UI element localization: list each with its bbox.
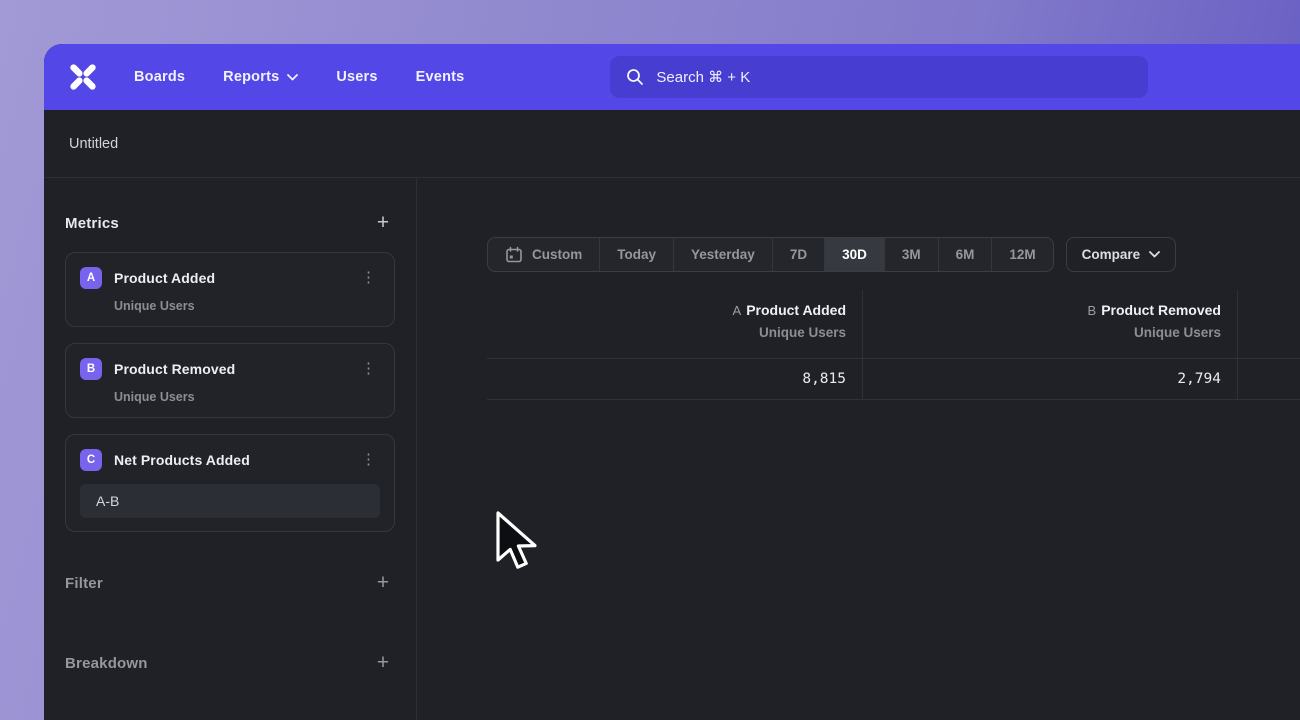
report-main-area: Custom Today Yesterday 7D 30D 3M 6M 12M … bbox=[417, 178, 1300, 720]
metric-card-product-added[interactable]: A Product Added ⋮ Unique Users bbox=[65, 252, 395, 327]
date-range-toolbar: Custom Today Yesterday 7D 30D 3M 6M 12M … bbox=[487, 237, 1176, 272]
kebab-menu-icon[interactable]: ⋮ bbox=[358, 451, 380, 469]
add-metric-button[interactable]: + bbox=[371, 211, 395, 235]
kebab-menu-icon[interactable]: ⋮ bbox=[358, 360, 380, 378]
metric-badge-a: A bbox=[80, 267, 102, 289]
metric-title: Product Added bbox=[114, 270, 215, 286]
filter-section-header: Filter + bbox=[65, 568, 395, 598]
date-range-6m[interactable]: 6M bbox=[938, 238, 992, 271]
metrics-section-label: Metrics bbox=[65, 215, 119, 232]
calendar-icon bbox=[505, 246, 523, 264]
metric-card-product-removed[interactable]: B Product Removed ⋮ Unique Users bbox=[65, 343, 395, 418]
nav-item-label: Events bbox=[416, 69, 465, 85]
date-range-label: Custom bbox=[532, 247, 582, 262]
metric-card-net-products-added[interactable]: C Net Products Added ⋮ A-B bbox=[65, 434, 395, 532]
nav-item-label: Reports bbox=[223, 69, 279, 85]
metrics-results-table: A Product Added Unique Users B Product Rem… bbox=[487, 290, 1300, 400]
date-range-label: Yesterday bbox=[691, 247, 755, 262]
value-cell-spacer bbox=[1238, 359, 1300, 399]
column-title: Product Added bbox=[746, 302, 846, 318]
date-range-today[interactable]: Today bbox=[599, 238, 673, 271]
metric-title: Product Removed bbox=[114, 361, 235, 377]
date-range-label: 7D bbox=[790, 247, 807, 262]
metric-title: Net Products Added bbox=[114, 452, 250, 468]
column-title: Product Removed bbox=[1101, 302, 1221, 318]
date-range-custom[interactable]: Custom bbox=[488, 238, 599, 271]
search-icon bbox=[626, 68, 644, 86]
nav-item-users[interactable]: Users bbox=[336, 69, 377, 85]
report-title[interactable]: Untitled bbox=[69, 136, 118, 152]
formula-input[interactable]: A-B bbox=[80, 484, 380, 518]
search-placeholder: Search ⌘ + K bbox=[656, 68, 750, 86]
nav-item-events[interactable]: Events bbox=[416, 69, 465, 85]
column-badge-letter: B bbox=[1088, 303, 1097, 318]
date-range-label: 3M bbox=[902, 247, 921, 262]
top-nav: Boards Reports Users Events Search ⌘ + K bbox=[44, 44, 1300, 110]
kebab-menu-icon[interactable]: ⋮ bbox=[358, 269, 380, 287]
compare-label: Compare bbox=[1082, 247, 1141, 262]
logo-x-glyph bbox=[68, 62, 98, 92]
nav-item-label: Users bbox=[336, 69, 377, 85]
add-breakdown-button[interactable]: + bbox=[371, 651, 395, 675]
metric-aggregation[interactable]: Unique Users bbox=[114, 299, 380, 313]
nav-item-reports[interactable]: Reports bbox=[223, 69, 298, 85]
report-header: Untitled bbox=[44, 110, 1300, 178]
nav-item-label: Boards bbox=[134, 69, 185, 85]
date-range-segmented-control: Custom Today Yesterday 7D 30D 3M 6M 12M bbox=[487, 237, 1054, 272]
table-row: 8,815 2,794 bbox=[487, 358, 1300, 400]
add-filter-button[interactable]: + bbox=[371, 571, 395, 595]
breakdown-section-header: Breakdown + bbox=[65, 648, 395, 678]
date-range-yesterday[interactable]: Yesterday bbox=[673, 238, 772, 271]
date-range-label: 12M bbox=[1009, 247, 1035, 262]
compare-button[interactable]: Compare bbox=[1066, 237, 1177, 272]
column-subtitle: Unique Users bbox=[487, 325, 846, 340]
column-header-product-removed[interactable]: B Product Removed Unique Users bbox=[863, 290, 1238, 358]
date-range-7d[interactable]: 7D bbox=[772, 238, 824, 271]
nav-item-boards[interactable]: Boards bbox=[134, 69, 185, 85]
metric-aggregation[interactable]: Unique Users bbox=[114, 390, 380, 404]
filter-section-label: Filter bbox=[65, 575, 103, 592]
search-input[interactable]: Search ⌘ + K bbox=[610, 56, 1148, 98]
metric-badge-b: B bbox=[80, 358, 102, 380]
app-window: Boards Reports Users Events Search ⌘ + K bbox=[44, 44, 1300, 720]
value-cell-product-removed: 2,794 bbox=[863, 359, 1238, 399]
date-range-label: 30D bbox=[842, 247, 867, 262]
value-cell-product-added: 8,815 bbox=[487, 359, 863, 399]
chevron-down-icon bbox=[1149, 251, 1160, 258]
date-range-3m[interactable]: 3M bbox=[884, 238, 938, 271]
breakdown-section-label: Breakdown bbox=[65, 655, 148, 672]
column-subtitle: Unique Users bbox=[863, 325, 1221, 340]
metrics-section-header: Metrics + bbox=[65, 208, 395, 238]
metric-badge-c: C bbox=[80, 449, 102, 471]
date-range-12m[interactable]: 12M bbox=[991, 238, 1052, 271]
mixpanel-logo-icon[interactable] bbox=[66, 60, 100, 94]
column-badge-letter: A bbox=[733, 303, 742, 318]
table-header-row: A Product Added Unique Users B Product Rem… bbox=[487, 290, 1300, 358]
date-range-label: Today bbox=[617, 247, 656, 262]
nav-menu: Boards Reports Users Events bbox=[134, 69, 464, 85]
date-range-30d-selected[interactable]: 30D bbox=[824, 238, 884, 271]
column-header-spacer bbox=[1238, 290, 1300, 358]
column-header-product-added[interactable]: A Product Added Unique Users bbox=[487, 290, 863, 358]
query-builder-sidebar: Metrics + A Product Added ⋮ Unique Users… bbox=[44, 178, 417, 720]
date-range-label: 6M bbox=[956, 247, 975, 262]
chevron-down-icon bbox=[287, 74, 298, 81]
